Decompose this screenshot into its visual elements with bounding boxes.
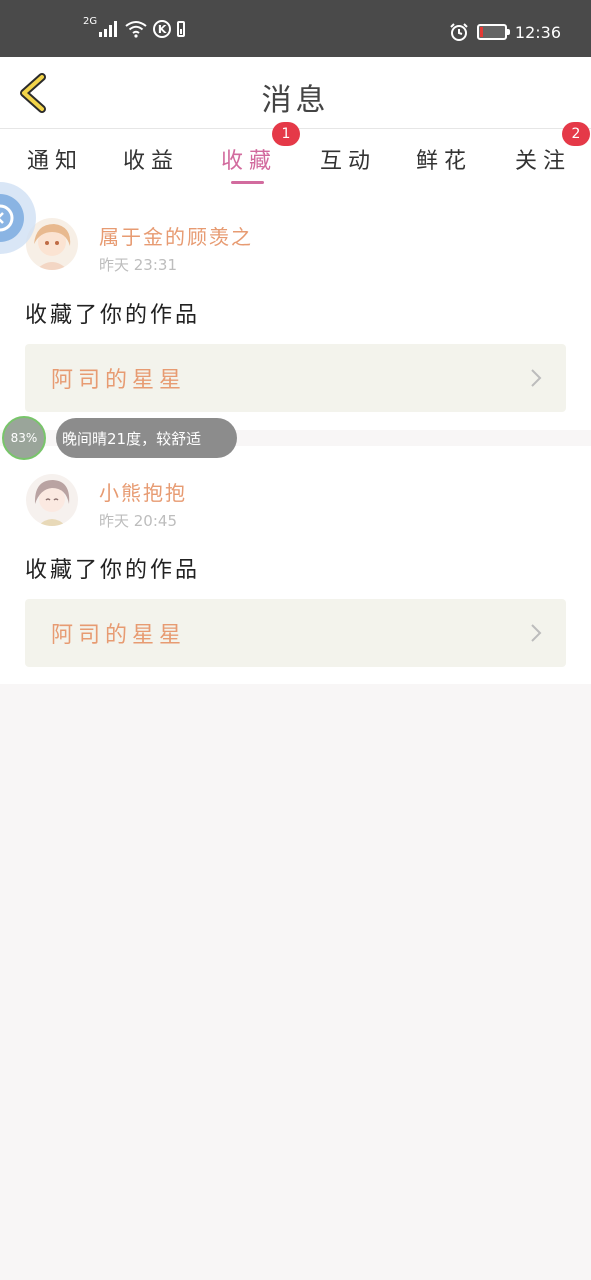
tab-favorites[interactable]: 收藏 <box>221 143 277 175</box>
battery-icon <box>476 24 510 40</box>
favorites-badge: 1 <box>272 122 300 146</box>
work-title: 阿司的星星 <box>51 368 187 393</box>
action-text: 收藏了你的作品 <box>25 303 201 328</box>
page-title: 消息 <box>261 83 330 118</box>
username[interactable]: 属于金的顾羡之 <box>99 221 253 250</box>
status-bar: 2G K 12:36 <box>0 0 591 57</box>
wifi-icon <box>125 21 147 38</box>
small-battery-icon <box>177 21 186 37</box>
work-link[interactable]: 阿司的星星 <box>25 599 566 667</box>
tab-bar: 通知 收益 收藏 1 互动 鲜花 关注 2 <box>0 122 591 190</box>
message-card: 小熊抱抱 昨天 20:45 收藏了你的作品 阿司的星星 <box>0 446 591 684</box>
floating-assist-button[interactable] <box>0 178 36 258</box>
status-left: 2G K <box>83 16 186 38</box>
work-title: 阿司的星星 <box>51 623 187 648</box>
tab-follows[interactable]: 关注 <box>515 143 571 175</box>
tab-interaction[interactable]: 互动 <box>320 143 376 175</box>
work-link[interactable]: 阿司的星星 <box>25 344 566 412</box>
avatar[interactable] <box>26 474 78 526</box>
action-text: 收藏了你的作品 <box>25 558 201 583</box>
app-header: 消息 <box>0 57 591 129</box>
status-right: 12:36 <box>449 22 561 42</box>
chevron-right-icon <box>531 624 542 642</box>
timestamp: 昨天 20:45 <box>99 512 177 530</box>
weather-percent: 83% <box>2 416 46 460</box>
tab-flowers[interactable]: 鲜花 <box>416 143 472 175</box>
tab-earnings[interactable]: 收益 <box>123 143 179 175</box>
signal-icon <box>99 21 118 37</box>
weather-text: 晚间晴21度，较舒适 <box>56 418 237 458</box>
message-card: 属于金的顾羡之 昨天 23:31 收藏了你的作品 阿司的星星 <box>0 190 591 430</box>
follows-badge: 2 <box>562 122 590 146</box>
chevron-right-icon <box>531 369 542 387</box>
k-app-icon: K <box>153 20 172 38</box>
clock: 12:36 <box>514 22 561 42</box>
timestamp: 昨天 23:31 <box>99 256 177 274</box>
network-type: 2G <box>83 15 98 27</box>
alarm-icon <box>450 23 468 41</box>
tab-notifications[interactable]: 通知 <box>27 143 83 175</box>
username[interactable]: 小熊抱抱 <box>99 477 187 506</box>
active-tab-indicator <box>231 181 264 184</box>
